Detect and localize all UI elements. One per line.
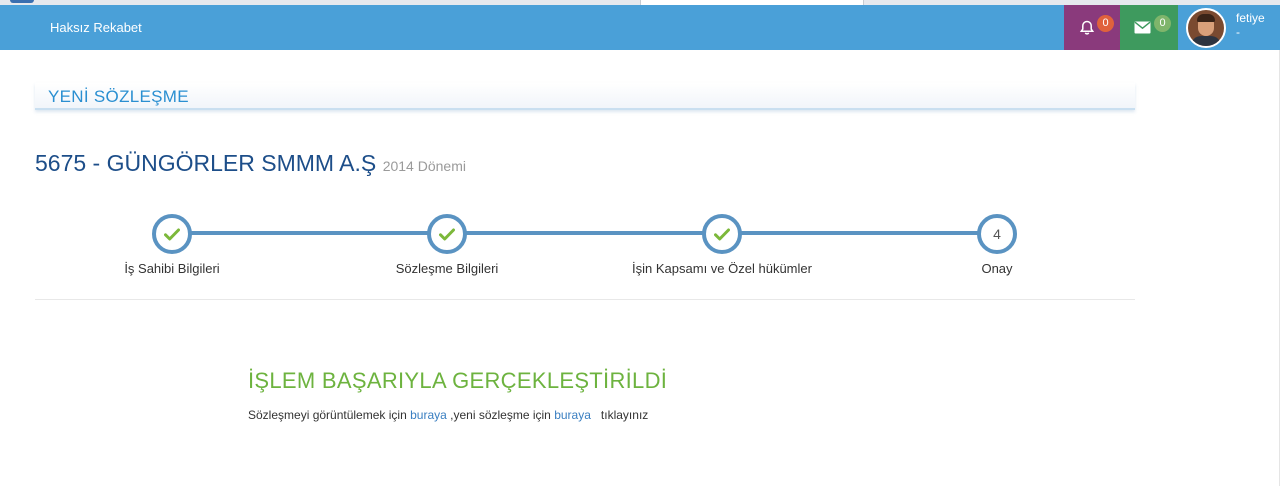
user-menu[interactable]: fetiye - — [1178, 5, 1280, 50]
result-section: İŞLEM BAŞARIYLA GERÇEKLEŞTİRİLDİ Sözleşm… — [248, 368, 667, 422]
message-text-after: tıklayınız — [600, 408, 649, 422]
step-label: Onay — [981, 261, 1013, 276]
message-text-middle: ,yeni sözleşme için — [450, 408, 551, 422]
envelope-icon — [1134, 21, 1150, 34]
period-label: 2014 Dönemi — [382, 158, 466, 174]
wizard-progress-line — [172, 231, 997, 235]
wizard-step-2[interactable]: Sözleşme Bilgileri — [327, 214, 567, 276]
brand-link[interactable]: Haksız Rekabet — [50, 5, 142, 50]
check-icon — [714, 228, 730, 240]
success-message: Sözleşmeyi görüntülemek için buraya ,yen… — [248, 408, 667, 422]
view-contract-link[interactable]: buraya — [410, 408, 447, 422]
step-circle — [427, 214, 467, 254]
messages-count-badge: 0 — [1154, 15, 1171, 32]
user-name-block: fetiye - — [1236, 11, 1265, 39]
wizard-steps: İş Sahibi Bilgileri Sözleşme Bilgileri İ… — [35, 210, 1135, 300]
wizard-step-1[interactable]: İş Sahibi Bilgileri — [52, 214, 292, 276]
page-header-panel: YENİ SÖZLEŞME — [35, 83, 1135, 110]
step-label: İş Sahibi Bilgileri — [124, 261, 220, 276]
browser-back-button[interactable] — [10, 0, 34, 3]
company-name: 5675 - GÜNGÖRLER SMMM A.Ş — [35, 150, 377, 176]
notifications-button[interactable]: 0 — [1064, 5, 1120, 50]
step-number: 4 — [993, 226, 1001, 242]
navbar-right: 0 0 fetiye - — [1064, 5, 1280, 50]
wizard-step-3[interactable]: İşin Kapsamı ve Özel hükümler — [602, 214, 842, 276]
avatar — [1186, 7, 1226, 48]
step-label: Sözleşme Bilgileri — [395, 261, 499, 276]
success-title: İŞLEM BAŞARIYLA GERÇEKLEŞTİRİLDİ — [248, 368, 668, 393]
step-circle: 4 — [977, 214, 1017, 254]
company-heading: 5675 - GÜNGÖRLER SMMM A.Ş 2014 Dönemi — [35, 150, 466, 177]
wizard-step-4[interactable]: 4 Onay — [877, 214, 1117, 276]
page-title: YENİ SÖZLEŞME — [48, 87, 189, 106]
notifications-count-badge: 0 — [1097, 15, 1114, 32]
new-contract-link[interactable]: buraya — [554, 408, 591, 422]
user-subtitle: - — [1236, 24, 1240, 39]
step-circle — [702, 214, 742, 254]
step-label: İşin Kapsamı ve Özel hükümler — [632, 261, 812, 276]
user-name: fetiye — [1236, 10, 1265, 25]
step-circle — [152, 214, 192, 254]
message-text-before: Sözleşmeyi görüntülemek için — [248, 408, 407, 422]
bell-icon — [1079, 20, 1095, 35]
check-icon — [164, 228, 180, 240]
check-icon — [439, 228, 455, 240]
top-navbar: Haksız Rekabet 0 0 fetiye - — [0, 5, 1280, 50]
messages-button[interactable]: 0 — [1120, 5, 1178, 50]
